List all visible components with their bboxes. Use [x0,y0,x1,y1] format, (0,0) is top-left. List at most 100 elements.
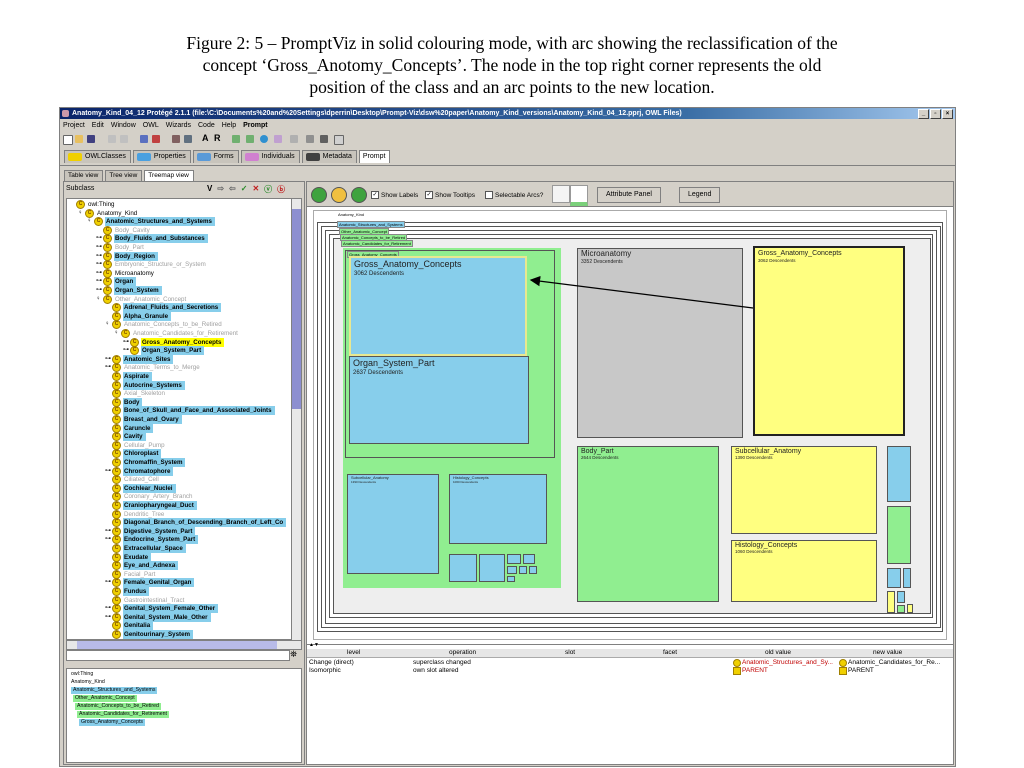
toolbar-r-button[interactable]: R [214,133,221,143]
title-bar[interactable]: Anatomy_Kind_04_12 Protégé 2.1.1 (file:\… [60,108,955,119]
menu-owl[interactable]: OWL [143,120,159,131]
show-labels-checkbox[interactable]: ✓ Show Labels [371,191,418,199]
home-icon[interactable] [331,187,347,203]
col-facet[interactable]: facet [663,649,677,656]
binoculars-icon[interactable]: ⛯ [290,649,297,660]
treemap-node-organ-system-part[interactable]: Organ_System_Part 2637 Descendents [349,356,529,444]
treemap-node-right-yellow-1[interactable] [887,591,895,613]
treemap-node-body-part[interactable]: Body_Part 2644 Descendents [577,446,719,602]
move-icon[interactable] [274,135,282,143]
legend-button[interactable]: Legend [679,187,721,203]
treemap-node-small-b[interactable] [479,554,505,582]
paste-icon[interactable] [152,135,160,143]
treemap-node-gross-anatomy-old[interactable]: Gross_Anatomy_Concepts 3062 Descendents [753,246,905,436]
treemap-node-right-yellow-2[interactable] [907,604,913,613]
tree-horizontal-scrollbar[interactable] [66,640,302,650]
arrow-right-icon[interactable]: ⇨ [217,184,224,195]
treemap-node-subcellular-small[interactable]: Subcellular_Anatomy 1390 Descendents [347,474,439,574]
toolbar-a-button[interactable]: A [202,133,209,143]
merge-icon[interactable] [246,135,254,143]
checkbox-box[interactable]: ✓ [425,191,433,199]
path-tree-node[interactable]: Other_Anatomic_Concept [73,695,137,702]
menu-code[interactable]: Code [198,120,215,131]
chart-icon[interactable] [334,135,344,145]
col-new-value[interactable]: new value [873,649,902,656]
extract-icon[interactable] [260,135,268,143]
col-operation[interactable]: operation [449,649,476,656]
attribute-panel-button[interactable]: Attribute Panel [597,187,661,203]
path-tree-node[interactable]: Anatomic_Structures_and_Systems [71,687,158,694]
find-class-input[interactable] [66,650,290,661]
redo-icon[interactable] [120,135,128,143]
split-handle-icon[interactable]: ▲▼ [309,642,319,648]
cut-icon[interactable] [172,135,180,143]
path-tree-node[interactable]: owl:Thing [69,671,95,678]
col-level[interactable]: level [347,649,360,656]
scroll-thumb[interactable] [77,641,277,649]
treemap-node-histology-concepts[interactable]: Histology_Concepts 1060 Descendents [731,540,877,602]
superclass-path-tree[interactable]: owl:Thing Anatomy_Kind Anatomic_Structures… [66,668,302,763]
path-tree-node[interactable]: Anatomy_Kind [69,679,107,686]
treemap-node-right-blue-4[interactable] [897,591,905,603]
accept-all-icon[interactable]: ⓥ [264,184,272,195]
find-icon[interactable] [184,135,192,143]
expand-toggle-icon[interactable]: ♀ [96,295,102,304]
save-project-icon[interactable] [87,135,95,143]
accept-icon[interactable]: ✓ [241,184,248,195]
tree-vertical-scrollbar[interactable] [291,198,302,641]
path-tree-node[interactable]: Anatomic_Concepts_to_be_Retired [75,703,161,710]
treemap-node-small-h[interactable] [529,566,537,574]
expand-toggle-icon[interactable]: ♀ [78,209,84,218]
grid-icon[interactable] [306,135,314,143]
copy-icon[interactable] [140,135,148,143]
checkbox-box[interactable]: ✓ [371,191,379,199]
selectable-arcs-checkbox[interactable]: Selectable Arcs? [485,191,543,199]
col-slot[interactable]: slot [565,649,575,656]
tab-tree-view[interactable]: Tree view [105,170,143,181]
treemap-node-gross-anatomy-concepts[interactable]: Gross_Anatomy_Concepts 3062 Descendents [349,256,527,356]
treemap-node-right-blue-2[interactable] [887,568,901,588]
tab-prompt[interactable]: Prompt [358,150,391,163]
path-tree-node[interactable]: Anatomic_Candidates_for_Retirement [77,711,169,718]
checkbox-box[interactable] [485,191,493,199]
expand-toggle-icon[interactable]: ♀ [105,320,111,329]
col-old-value[interactable]: old value [765,649,791,656]
class-tree[interactable]: Cowl:Thing ♀ C Anatomy_Kind ♀ C Anatomic_Struc… [66,198,293,640]
treemap-node-microanatomy[interactable]: Microanatomy 3352 Descendents [577,248,743,438]
solid-mode-icon[interactable] [570,185,588,206]
minimize-button[interactable]: _ [918,109,929,119]
menu-help[interactable]: Help [222,120,236,131]
tree-node[interactable]: C Genitourinary_System [105,630,194,639]
open-project-icon[interactable] [75,135,83,143]
back-icon[interactable] [311,187,327,203]
reject-all-icon[interactable]: ⓑ [277,184,285,195]
tab-table-view[interactable]: Table view [64,170,104,181]
new-project-icon[interactable] [63,135,73,145]
expand-toggle-icon[interactable]: ♀ [87,217,93,226]
table-row[interactable]: Change (direct) superclass changed Anato… [307,659,953,667]
tab-metadata[interactable]: Metadata [301,150,357,163]
tab-individuals[interactable]: Individuals [240,150,300,163]
treemap-node-small-a[interactable] [449,554,477,582]
treemap-node-right-blue-3[interactable] [903,568,911,588]
treemap-node-small-f[interactable] [519,566,527,574]
tab-forms[interactable]: Forms [192,150,239,163]
tab-treemap-view[interactable]: Treemap view [144,170,194,181]
path-tree-node[interactable]: Gross_Anatomy_Concepts [79,719,145,726]
arrow-left-icon[interactable]: ⇦ [229,184,236,195]
menu-prompt[interactable]: Prompt [243,120,268,131]
reject-icon[interactable]: ✕ [252,184,259,195]
treemap-node-histology-small[interactable]: Histology_Concepts 1060 Descendents [449,474,547,544]
table-icon[interactable] [320,135,328,143]
treemap-node-subcellular-anatomy[interactable]: Subcellular_Anatomy 1390 Descendents [731,446,877,534]
treemap-node-small-e[interactable] [507,566,517,574]
treemap-node-small-d[interactable] [523,554,535,564]
table-row[interactable]: Isomorphic own slot altered PARENT PAREN… [307,667,953,675]
treemap-node-small-g[interactable] [507,576,515,582]
tab-properties[interactable]: Properties [132,150,191,163]
expand-toggle-icon[interactable]: ♀ [114,329,120,338]
treemap-node-right-blue-1[interactable] [887,446,911,502]
menu-edit[interactable]: Edit [92,120,104,131]
show-tooltips-checkbox[interactable]: ✓ Show Tooltips [425,191,475,199]
forward-icon[interactable] [351,187,367,203]
